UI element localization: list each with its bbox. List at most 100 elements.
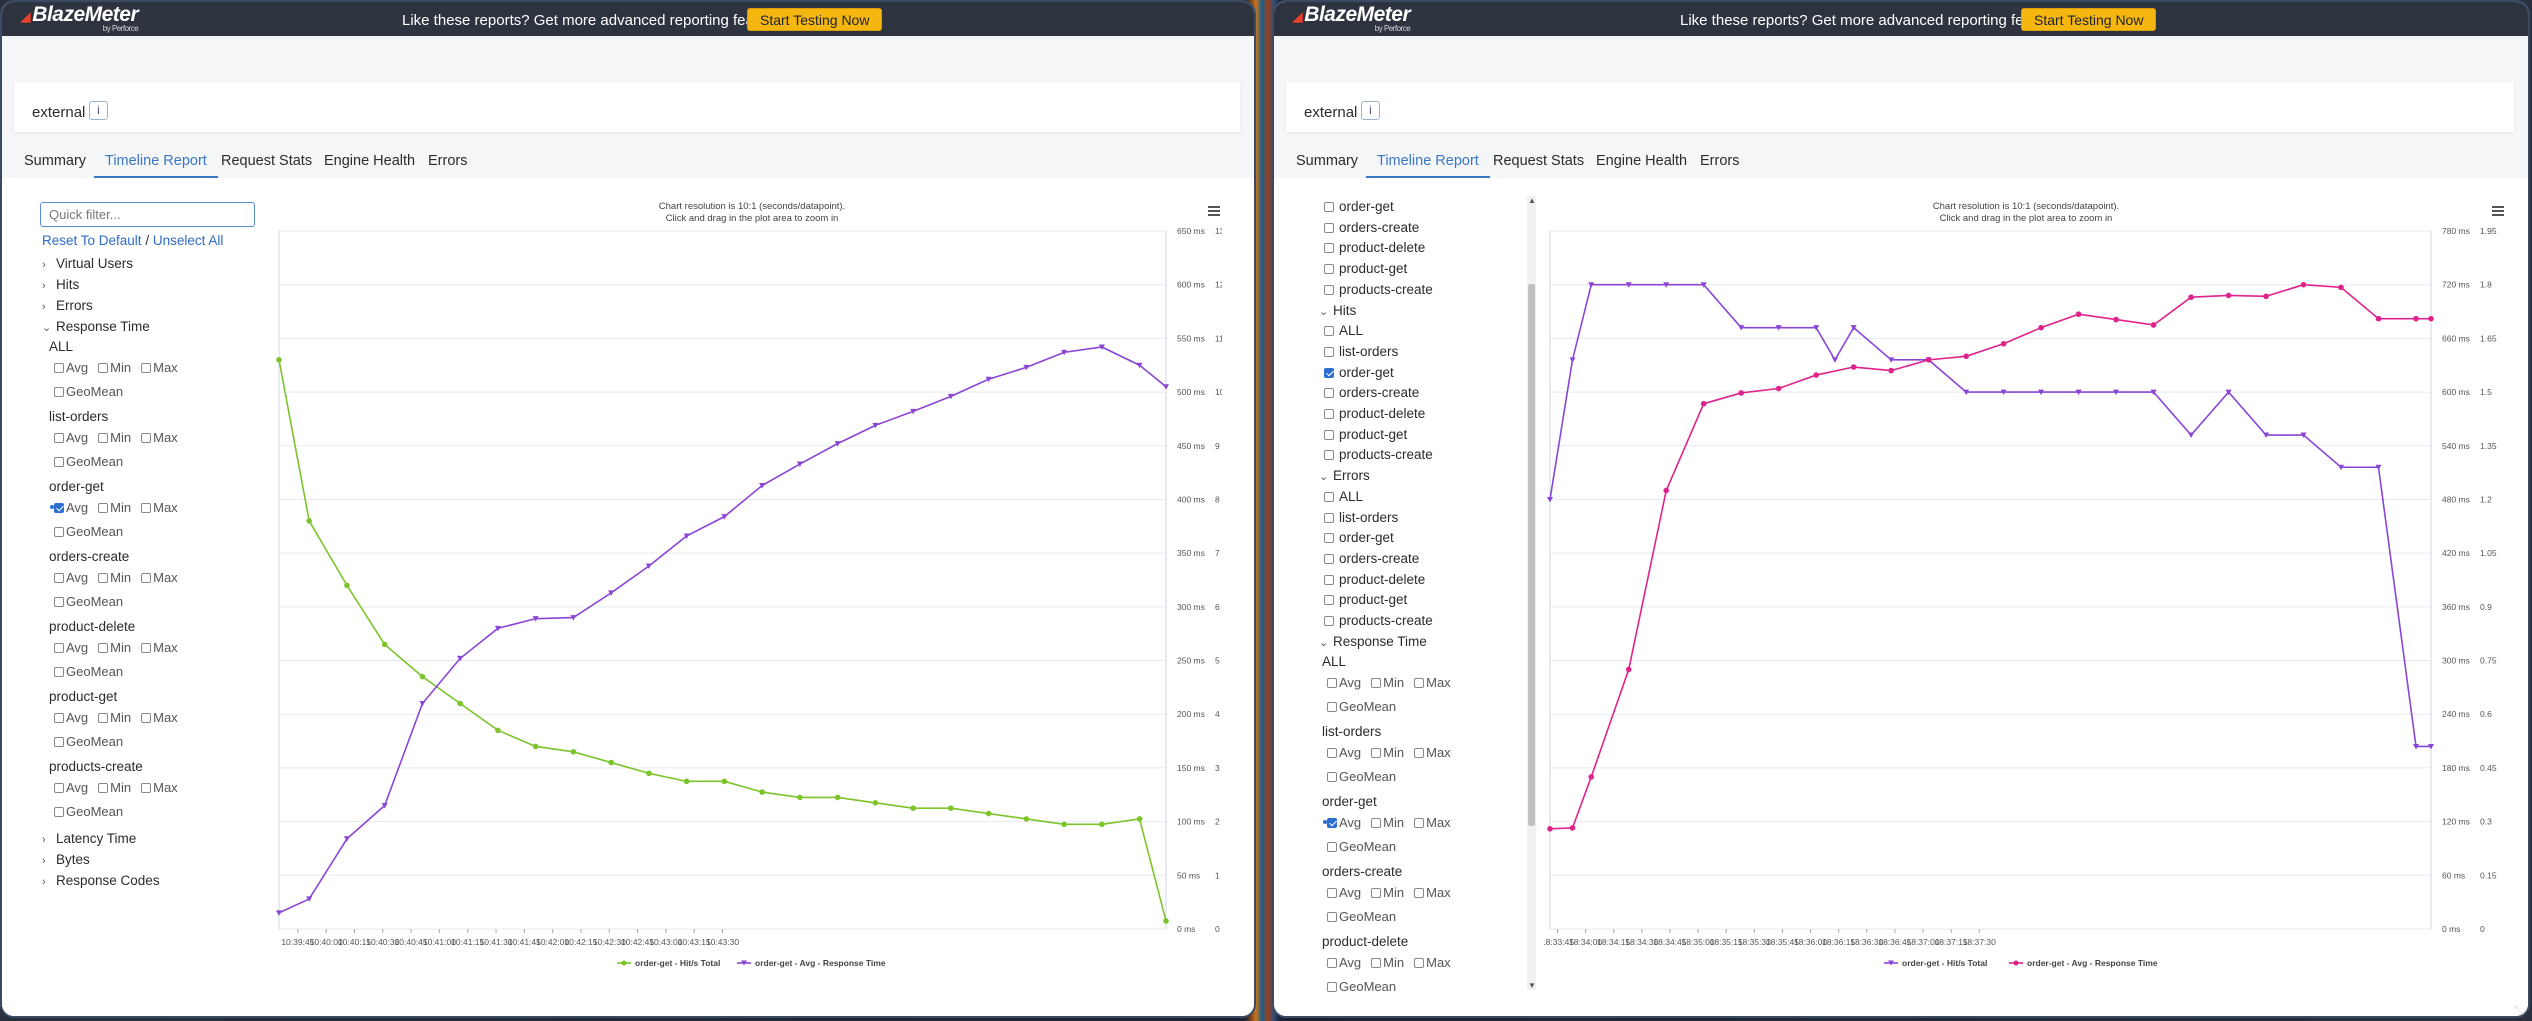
checkbox-icon[interactable] bbox=[141, 433, 152, 443]
option-avg-checkbox[interactable]: Avg bbox=[54, 500, 88, 515]
option-max-checkbox[interactable]: Max bbox=[141, 640, 178, 655]
option-max-checkbox[interactable]: Max bbox=[141, 430, 178, 445]
checkbox-icon[interactable] bbox=[141, 573, 152, 583]
tree-checkbox-item[interactable]: order-get bbox=[1324, 199, 1394, 214]
option-avg-checkbox[interactable]: Avg bbox=[54, 710, 88, 725]
checkbox-icon[interactable] bbox=[1324, 388, 1334, 399]
option-min-checkbox[interactable]: Min bbox=[1371, 745, 1404, 760]
chevron-right-icon[interactable]: › bbox=[42, 855, 56, 867]
tab-request-stats[interactable]: Request Stats bbox=[1482, 150, 1595, 178]
checkbox-icon[interactable] bbox=[141, 783, 152, 793]
chart-menu-icon[interactable] bbox=[1208, 206, 1220, 216]
option-geomean-checkbox[interactable]: GeoMean bbox=[1327, 839, 1396, 854]
tree-checkbox-item[interactable]: product-delete bbox=[1324, 240, 1425, 255]
option-max-checkbox[interactable]: Max bbox=[141, 780, 178, 795]
tree-checkbox-item[interactable]: ALL bbox=[1324, 323, 1363, 338]
start-testing-button[interactable]: Start Testing Now bbox=[2021, 8, 2157, 31]
tree-group[interactable]: › Errors bbox=[42, 298, 93, 313]
checkbox-icon[interactable] bbox=[1414, 677, 1425, 688]
tree-group[interactable]: › Bytes bbox=[42, 852, 90, 867]
checkbox-icon[interactable] bbox=[54, 667, 64, 677]
checkbox-icon[interactable] bbox=[141, 363, 152, 373]
option-geomean-checkbox[interactable]: GeoMean bbox=[54, 664, 123, 679]
checkbox-icon[interactable] bbox=[1327, 981, 1337, 992]
checkbox-icon[interactable] bbox=[141, 503, 152, 513]
checkbox-icon[interactable] bbox=[1324, 264, 1334, 275]
checkbox-icon[interactable] bbox=[54, 573, 64, 583]
option-geomean-checkbox[interactable]: GeoMean bbox=[54, 734, 123, 749]
tree-group[interactable]: › Response Codes bbox=[42, 873, 160, 888]
chevron-right-icon[interactable]: › bbox=[42, 876, 56, 888]
checkbox-icon[interactable] bbox=[1324, 512, 1334, 523]
checkbox-icon[interactable] bbox=[54, 387, 64, 397]
checkbox-icon[interactable] bbox=[1324, 491, 1334, 502]
option-max-checkbox[interactable]: Max bbox=[141, 570, 178, 585]
tree-checkbox-item[interactable]: orders-create bbox=[1324, 551, 1419, 566]
checkbox-icon[interactable] bbox=[1324, 367, 1334, 378]
tab-engine-health[interactable]: Engine Health bbox=[1585, 150, 1698, 178]
checkbox-icon[interactable] bbox=[1371, 817, 1382, 828]
legend-item[interactable]: order-get - Hit/s Total bbox=[1902, 958, 1987, 968]
tree-checkbox-item[interactable]: list-orders bbox=[1324, 510, 1398, 525]
option-geomean-checkbox[interactable]: GeoMean bbox=[1327, 769, 1396, 784]
tree-checkbox-item[interactable]: ALL bbox=[1324, 489, 1363, 504]
checkbox-icon[interactable] bbox=[1371, 677, 1382, 688]
checkbox-icon[interactable] bbox=[141, 643, 152, 653]
checkbox-icon[interactable] bbox=[54, 783, 64, 793]
option-avg-checkbox[interactable]: Avg bbox=[1327, 885, 1361, 900]
tab-errors[interactable]: Errors bbox=[1689, 150, 1750, 178]
option-geomean-checkbox[interactable]: GeoMean bbox=[54, 454, 123, 469]
checkbox-icon[interactable] bbox=[54, 503, 64, 513]
checkbox-icon[interactable] bbox=[1414, 957, 1425, 968]
option-avg-checkbox[interactable]: Avg bbox=[1327, 675, 1361, 690]
option-min-checkbox[interactable]: Min bbox=[1371, 815, 1404, 830]
option-avg-checkbox[interactable]: Avg bbox=[1327, 955, 1361, 970]
checkbox-icon[interactable] bbox=[1324, 429, 1334, 440]
checkbox-icon[interactable] bbox=[1371, 957, 1382, 968]
checkbox-icon[interactable] bbox=[98, 713, 109, 723]
checkbox-icon[interactable] bbox=[1324, 409, 1334, 419]
legend-item[interactable]: order-get - Avg - Response Time bbox=[2027, 958, 2158, 968]
tree-checkbox-item[interactable]: product-get bbox=[1324, 592, 1407, 607]
option-min-checkbox[interactable]: Min bbox=[98, 570, 131, 585]
checkbox-icon[interactable] bbox=[1327, 841, 1337, 852]
option-min-checkbox[interactable]: Min bbox=[98, 640, 131, 655]
tree-checkbox-item[interactable]: products-create bbox=[1324, 613, 1433, 628]
checkbox-icon[interactable] bbox=[1324, 222, 1334, 233]
option-geomean-checkbox[interactable]: GeoMean bbox=[54, 804, 123, 819]
checkbox-icon[interactable] bbox=[54, 597, 64, 607]
resize-corner-icon[interactable]: ⤡ bbox=[2514, 1003, 2528, 1017]
option-min-checkbox[interactable]: Min bbox=[98, 710, 131, 725]
checkbox-icon[interactable] bbox=[54, 807, 64, 817]
tree-checkbox-item[interactable]: order-get bbox=[1324, 530, 1394, 545]
option-min-checkbox[interactable]: Min bbox=[1371, 675, 1404, 690]
timeline-chart[interactable]: Chart resolution is 10:1 (seconds/datapo… bbox=[272, 196, 1222, 976]
checkbox-icon[interactable] bbox=[1324, 553, 1334, 564]
checkbox-icon[interactable] bbox=[1327, 771, 1337, 782]
chevron-down-icon[interactable]: ⌄ bbox=[1319, 636, 1333, 649]
checkbox-icon[interactable] bbox=[1414, 817, 1425, 828]
scroll-up-icon[interactable]: ▲ bbox=[1528, 196, 1536, 205]
reset-to-default-link[interactable]: Reset To Default bbox=[42, 233, 142, 248]
checkbox-icon[interactable] bbox=[1324, 346, 1334, 357]
checkbox-icon[interactable] bbox=[141, 713, 152, 723]
checkbox-icon[interactable] bbox=[54, 527, 64, 537]
checkbox-icon[interactable] bbox=[1327, 747, 1337, 758]
checkbox-icon[interactable] bbox=[1324, 326, 1334, 337]
tree-group[interactable]: › Virtual Users bbox=[42, 256, 133, 271]
option-max-checkbox[interactable]: Max bbox=[141, 500, 178, 515]
option-avg-checkbox[interactable]: Avg bbox=[54, 640, 88, 655]
checkbox-icon[interactable] bbox=[1414, 747, 1425, 758]
option-min-checkbox[interactable]: Min bbox=[98, 780, 131, 795]
checkbox-icon[interactable] bbox=[1327, 911, 1337, 922]
option-avg-checkbox[interactable]: Avg bbox=[54, 570, 88, 585]
option-min-checkbox[interactable]: Min bbox=[1371, 885, 1404, 900]
tree-checkbox-item[interactable]: products-create bbox=[1324, 447, 1433, 462]
checkbox-icon[interactable] bbox=[98, 433, 109, 443]
checkbox-icon[interactable] bbox=[98, 573, 109, 583]
quick-filter-input[interactable]: Quick filter... bbox=[40, 202, 255, 227]
tab-timeline-report[interactable]: Timeline Report bbox=[94, 150, 218, 178]
tab-engine-health[interactable]: Engine Health bbox=[313, 150, 426, 178]
chevron-right-icon[interactable]: › bbox=[42, 301, 56, 313]
option-max-checkbox[interactable]: Max bbox=[141, 710, 178, 725]
